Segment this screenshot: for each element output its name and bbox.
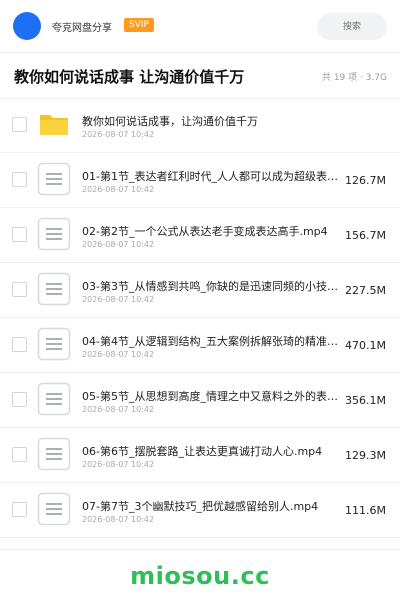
file-row[interactable]: 05-第5节_从思想到高度_情理之中又意料之外的表达.mp4 2026-08-07… [0,373,400,428]
item-date: 2026-08-07 10:42 [82,240,155,249]
item-date: 2026-08-07 10:42 [82,130,155,139]
item-date: 2026-08-07 10:42 [82,350,155,359]
avatar[interactable] [13,12,41,40]
item-date: 2026-08-07 10:42 [82,405,155,414]
watermark: miosou.cc [130,562,270,590]
item-date: 2026-08-07 10:42 [82,295,155,304]
file-row[interactable]: 03-第3节_从情感到共鸣_你缺的是迅速同频的小技巧.mp4 2026-08-07… [0,263,400,318]
file-row[interactable]: 07-第7节_3个幽默技巧_把优越感留给别人.mp4 2026-08-07 10:… [0,483,400,538]
item-name: 07-第7节_3个幽默技巧_把优越感留给别人.mp4 [82,500,319,513]
item-size: 156.7M [345,229,386,242]
file-row[interactable]: 04-第4节_从逻辑到结构_五大案例拆解张琦的精准表达.mp4 2026-08-0… [0,318,400,373]
item-size: 227.5M [345,284,386,297]
top-bar: 夸克网盘分享 SVIP [0,0,400,53]
file-icon [37,382,71,416]
file-row[interactable]: 01-第1节_表达者红利时代_人人都可以成为超级表达者.mp4 2026-08-0… [0,153,400,208]
item-size: 129.3M [345,449,386,462]
file-row[interactable]: 02-第2节_一个公式从表达老手变成表达高手.mp4 2026-08-07 10:… [0,208,400,263]
item-name: 03-第3节_从情感到共鸣_你缺的是迅速同频的小技巧.mp4 [82,280,340,293]
row-checkbox[interactable] [12,337,27,352]
item-size: 470.1M [345,339,386,352]
file-list: 教你如何说话成事，让沟通价值千万 2026-08-07 10:42 01-第1节_表… [0,98,400,538]
item-date: 2026-08-07 10:42 [82,185,155,194]
row-checkbox[interactable] [12,117,27,132]
folder-header: 教你如何说话成事 让沟通价值千万 共 19 项 · 3.7G [0,52,400,99]
item-name: 02-第2节_一个公式从表达老手变成表达高手.mp4 [82,225,328,238]
item-size: 356.1M [345,394,386,407]
item-date: 2026-08-07 10:42 [82,460,155,469]
item-name: 06-第6节_摆脱套路_让表达更真诚打动人心.mp4 [82,445,323,458]
folder-meta: 共 19 项 · 3.7G [321,73,387,83]
folder-row[interactable]: 教你如何说话成事，让沟通价值千万 2026-08-07 10:42 [0,98,400,153]
file-icon [37,272,71,306]
file-icon [37,162,71,196]
row-checkbox[interactable] [12,172,27,187]
item-name: 04-第4节_从逻辑到结构_五大案例拆解张琦的精准表达.mp4 [82,335,340,348]
item-size: 126.7M [345,174,386,187]
file-icon [37,492,71,526]
file-icon [37,327,71,361]
bottom-divider [0,549,400,550]
item-name: 01-第1节_表达者红利时代_人人都可以成为超级表达者.mp4 [82,170,340,183]
row-checkbox[interactable] [12,502,27,517]
folder-icon [37,107,71,141]
row-checkbox[interactable] [12,447,27,462]
search-input[interactable] [317,13,387,40]
row-checkbox[interactable] [12,392,27,407]
row-checkbox[interactable] [12,227,27,242]
file-icon [37,217,71,251]
item-name: 05-第5节_从思想到高度_情理之中又意料之外的表达.mp4 [82,390,340,403]
item-name: 教你如何说话成事，让沟通价值千万 [82,115,258,128]
page-title: 教你如何说话成事 让沟通价值千万 [14,68,245,86]
file-icon [37,437,71,471]
share-name: 夸克网盘分享 [52,23,112,34]
item-date: 2026-08-07 10:42 [82,515,155,524]
item-size: 111.6M [345,504,386,517]
file-row[interactable]: 06-第6节_摆脱套路_让表达更真诚打动人心.mp4 2026-08-07 10:… [0,428,400,483]
row-checkbox[interactable] [12,282,27,297]
svip-badge: SVIP [124,18,154,32]
